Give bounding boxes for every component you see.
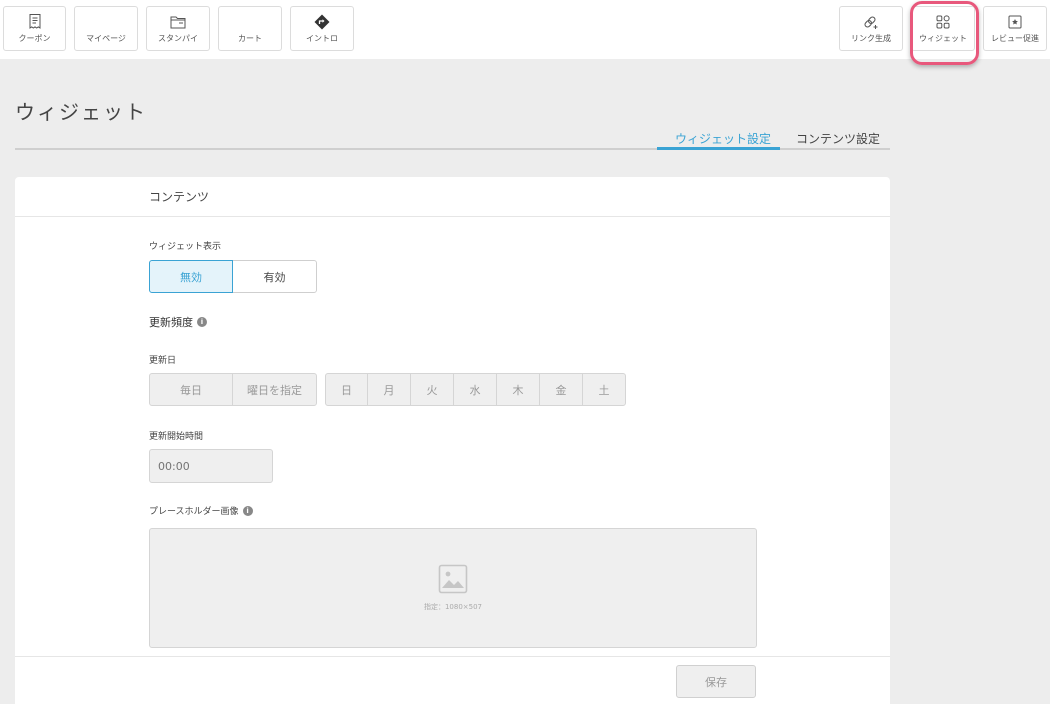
review-promotion-label: レビュー促進 <box>991 33 1039 43</box>
review-promotion-button[interactable]: レビュー促進 <box>983 6 1047 51</box>
image-icon <box>438 564 468 598</box>
tab-content-settings[interactable]: コンテンツ設定 <box>796 130 880 147</box>
update-day-mode-selector: 毎日 曜日を指定 <box>149 373 317 406</box>
update-frequency-heading: 更新頻度 i <box>149 314 207 330</box>
weekday-selector: 日 月 火 水 木 金 土 <box>325 373 626 406</box>
widget-display-toggle: 無効 有効 <box>149 260 317 293</box>
widget-button[interactable]: ウィジェット <box>911 6 975 51</box>
link-generate-label: リンク生成 <box>851 33 891 43</box>
folder-icon <box>170 14 186 30</box>
cart-label: カート <box>238 33 262 43</box>
active-tab-indicator <box>657 147 780 150</box>
update-day-label: 更新日 <box>149 356 177 366</box>
link-generate-button[interactable]: リンク生成 <box>839 6 903 51</box>
tab-widget-settings[interactable]: ウィジェット設定 <box>675 130 771 147</box>
link-add-icon <box>863 14 879 30</box>
content-card: コンテンツ ウィジェット表示 無効 有効 更新頻度 i 更新日 毎日 曜日を指定… <box>15 177 890 704</box>
cart-button[interactable]: カート <box>218 6 282 51</box>
card-title: コンテンツ <box>149 190 210 204</box>
mypage-label: マイページ <box>86 33 126 43</box>
mypage-button[interactable]: マイページ <box>74 6 138 51</box>
weekday-sun[interactable]: 日 <box>325 373 368 406</box>
start-time-label: 更新開始時間 <box>149 432 204 442</box>
weekday-mon[interactable]: 月 <box>367 373 411 406</box>
update-weekday-option[interactable]: 曜日を指定 <box>232 373 317 406</box>
card-footer <box>15 656 890 704</box>
stampy-button[interactable]: スタンパイ <box>146 6 210 51</box>
weekday-fri[interactable]: 金 <box>539 373 583 406</box>
start-time-input[interactable] <box>149 449 273 483</box>
placeholder-image-label: プレースホルダー画像 <box>149 507 239 517</box>
stampy-label: スタンパイ <box>158 33 198 43</box>
update-daily-option[interactable]: 毎日 <box>149 373 233 406</box>
intro-label: イントロ <box>306 33 338 43</box>
direction-sign-icon <box>314 14 330 30</box>
info-icon[interactable]: i <box>197 317 207 327</box>
widget-label: ウィジェット <box>919 33 967 43</box>
widget-display-enabled-option[interactable]: 有効 <box>232 260 317 293</box>
widget-display-disabled-option[interactable]: 無効 <box>149 260 233 293</box>
widget-grid-icon <box>935 14 951 30</box>
info-icon[interactable]: i <box>242 505 253 516</box>
save-button[interactable]: 保存 <box>676 665 756 698</box>
weekday-thu[interactable]: 木 <box>496 373 540 406</box>
widget-display-label: ウィジェット表示 <box>149 242 222 252</box>
top-toolbar: クーポン マイページ スタンパイ カート イントロ リンク生成 ウィジェット レ… <box>0 0 1050 59</box>
weekday-wed[interactable]: 水 <box>453 373 497 406</box>
placeholder-image-dropzone[interactable]: 指定：1080×507 <box>149 528 757 648</box>
placeholder-image-size-caption: 指定：1080×507 <box>423 603 483 611</box>
user-page-icon <box>98 14 114 30</box>
intro-button[interactable]: イントロ <box>290 6 354 51</box>
review-icon <box>1007 14 1023 30</box>
receipt-icon <box>27 14 43 30</box>
cart-icon <box>242 14 258 30</box>
update-frequency-label: 更新頻度 <box>149 316 193 329</box>
coupon-label: クーポン <box>18 33 51 43</box>
placeholder-image-heading: プレースホルダー画像 i <box>149 504 253 517</box>
weekday-tue[interactable]: 火 <box>410 373 454 406</box>
coupon-button[interactable]: クーポン <box>3 6 66 51</box>
card-header: コンテンツ <box>15 177 890 217</box>
weekday-sat[interactable]: 土 <box>582 373 626 406</box>
page-title: ウィジェット <box>15 100 147 124</box>
